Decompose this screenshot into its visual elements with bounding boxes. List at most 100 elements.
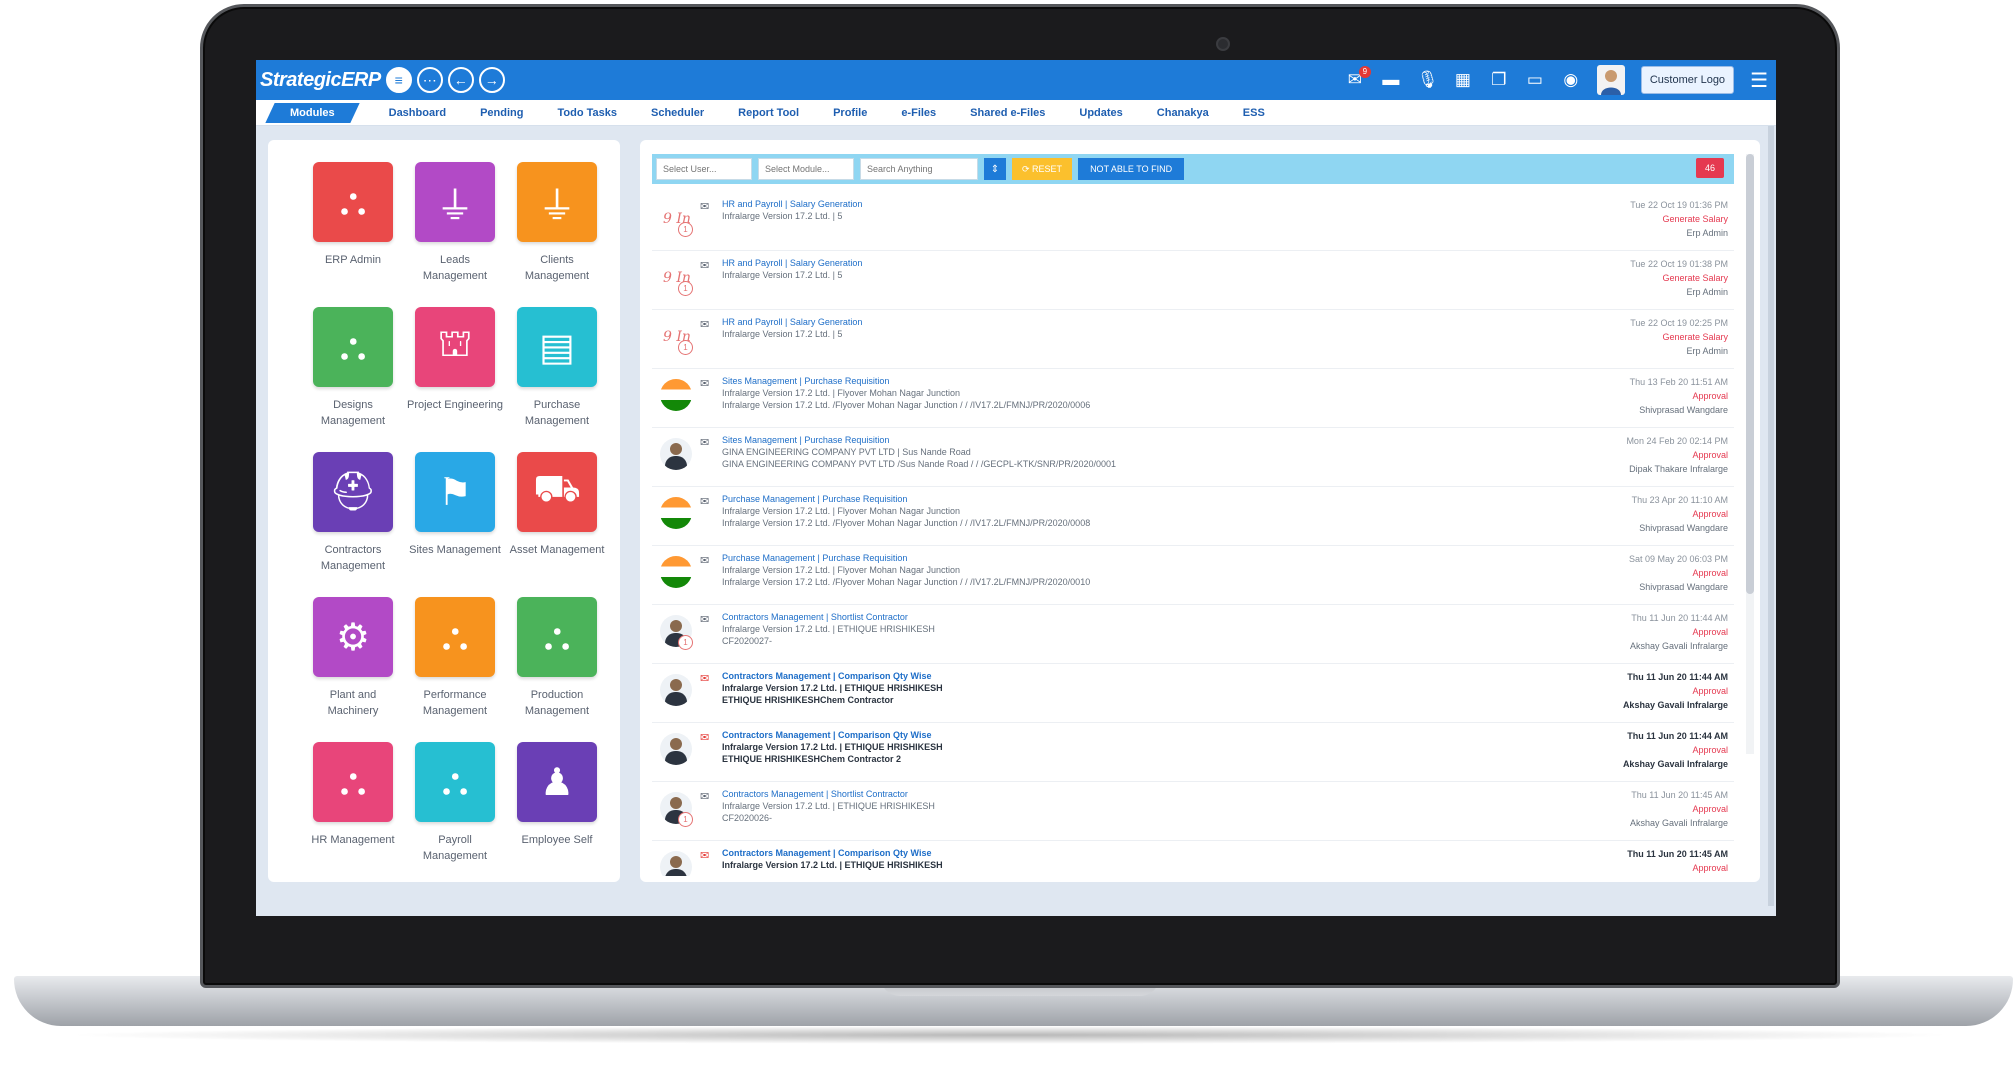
monitor-icon[interactable]: ▭: [1525, 70, 1545, 90]
feed-row-status[interactable]: Generate Salary: [1468, 330, 1728, 344]
feed-row[interactable]: 1 ✉ Contractors Management | Shortlist Con…: [652, 605, 1734, 664]
feed-row[interactable]: ✉ Contractors Management | Comparison Qty…: [652, 841, 1734, 876]
feed-row-status[interactable]: Approval: [1468, 861, 1728, 875]
feed-row[interactable]: 9 In 1 ✉ HR and Payroll | Salary Generation…: [652, 310, 1734, 369]
feed-row[interactable]: 1 ✉ Contractors Management | Shortlist Con…: [652, 782, 1734, 841]
crane-icon[interactable]: ⛫: [415, 307, 495, 387]
gear-icon[interactable]: ⚙: [313, 597, 393, 677]
module-tile[interactable]: ⛬ Production Management: [506, 597, 608, 742]
sort-toggle-icon[interactable]: ⇕: [984, 158, 1006, 180]
module-label[interactable]: Employee Self: [509, 832, 605, 848]
module-label[interactable]: Purchase Management: [509, 397, 605, 429]
feed-row-status[interactable]: Approval: [1468, 625, 1728, 639]
calculator-icon[interactable]: ▦: [1453, 70, 1473, 90]
feed-scrollbar[interactable]: [1746, 154, 1754, 754]
module-tile[interactable]: ⚙ Plant and Machinery: [302, 597, 404, 742]
globe-icon[interactable]: ◉: [1561, 70, 1581, 90]
read-mail-icon[interactable]: ✉: [700, 259, 709, 272]
module-label[interactable]: Sites Management: [407, 542, 503, 558]
microphone-icon[interactable]: 🎙: [1417, 70, 1439, 90]
tab-e-files[interactable]: e-Files: [901, 107, 936, 119]
feed-row-title[interactable]: Contractors Management | Comparison Qty …: [722, 847, 1482, 859]
tab-pending[interactable]: Pending: [480, 107, 523, 119]
module-label[interactable]: HR Management: [305, 832, 401, 848]
org-chart-icon[interactable]: ⛬: [517, 597, 597, 677]
search-input[interactable]: [860, 158, 978, 180]
feed-row-title[interactable]: Purchase Management | Purchase Requisiti…: [722, 493, 1482, 505]
module-label[interactable]: ERP Admin: [305, 252, 401, 268]
feed-row[interactable]: ✉ Contractors Management | Comparison Qty…: [652, 664, 1734, 723]
tab-scheduler[interactable]: Scheduler: [651, 107, 704, 119]
read-mail-icon[interactable]: ✉: [700, 613, 709, 626]
org-chart-icon[interactable]: ⛬: [313, 742, 393, 822]
module-tile[interactable]: ♟ Employee Self: [506, 742, 608, 882]
module-tile[interactable]: ⛫ Project Engineering: [404, 307, 506, 452]
card-icon[interactable]: ▬: [1381, 70, 1401, 90]
feed-row[interactable]: ✉ Sites Management | Purchase Requisition…: [652, 428, 1734, 487]
feed-row[interactable]: ✉ Contractors Management | Comparison Qty…: [652, 723, 1734, 782]
mail-icon[interactable]: ✉ 9: [1345, 66, 1371, 90]
org-chart-icon[interactable]: ⛬: [313, 307, 393, 387]
feed-scroll-thumb[interactable]: [1746, 154, 1754, 594]
user-icon[interactable]: ♟: [517, 742, 597, 822]
feed-row[interactable]: ✉ Purchase Management | Purchase Requisit…: [652, 546, 1734, 605]
tab-todo-tasks[interactable]: Todo Tasks: [557, 107, 617, 119]
wheelbarrow-icon[interactable]: ⛟: [517, 452, 597, 532]
tab-modules[interactable]: Modules: [265, 102, 360, 123]
module-label[interactable]: Production Management: [509, 687, 605, 719]
feed-row-title[interactable]: Contractors Management | Shortlist Contr…: [722, 611, 1482, 623]
module-label[interactable]: Designs Management: [305, 397, 401, 429]
brand-logo[interactable]: StrategicERP: [260, 69, 381, 92]
forward-arrow-icon[interactable]: →: [478, 67, 505, 93]
module-tile[interactable]: ⛬ Performance Management: [404, 597, 506, 742]
feed-row-title[interactable]: HR and Payroll | Salary Generation: [722, 257, 1482, 269]
tab-chanakya[interactable]: Chanakya: [1157, 107, 1209, 119]
tab-dashboard[interactable]: Dashboard: [389, 107, 446, 119]
module-tile[interactable]: ⛬ ERP Admin: [302, 162, 404, 307]
menu-circle-icon[interactable]: ≡: [385, 67, 412, 93]
module-label[interactable]: Leads Management: [407, 252, 503, 284]
feed-row-title[interactable]: Contractors Management | Comparison Qty …: [722, 729, 1482, 741]
module-label[interactable]: Performance Management: [407, 687, 503, 719]
read-mail-icon[interactable]: ✉: [700, 318, 709, 331]
org-chart-icon[interactable]: ⛬: [415, 742, 495, 822]
feed-row-status[interactable]: Generate Salary: [1468, 271, 1728, 285]
feed-row-status[interactable]: Approval: [1468, 448, 1728, 462]
module-tile[interactable]: ⛑ Contractors Management: [302, 452, 404, 597]
feed-row-status[interactable]: Approval: [1468, 684, 1728, 698]
page-scrollbar[interactable]: [1768, 126, 1774, 906]
user-avatar[interactable]: [1596, 65, 1625, 95]
feed-row-status[interactable]: Approval: [1468, 389, 1728, 403]
feed-row-title[interactable]: HR and Payroll | Salary Generation: [722, 316, 1482, 328]
unread-mail-icon[interactable]: ✉: [700, 849, 709, 862]
module-tile[interactable]: ⚑ Sites Management: [404, 452, 506, 597]
customer-logo[interactable]: Customer Logo: [1640, 66, 1735, 94]
feed-row[interactable]: 9 In 1 ✉ HR and Payroll | Salary Generation…: [652, 192, 1734, 251]
more-icon[interactable]: ⋯: [416, 67, 443, 93]
module-label[interactable]: Plant and Machinery: [305, 687, 401, 719]
module-tile[interactable]: ⛬ Designs Management: [302, 307, 404, 452]
hamburger-icon[interactable]: ☰: [1750, 68, 1768, 93]
feed-row[interactable]: 9 In 1 ✉ HR and Payroll | Salary Generation…: [652, 251, 1734, 310]
tab-shared-e-files[interactable]: Shared e-Files: [970, 107, 1045, 119]
module-tile[interactable]: ⏚ Leads Management: [404, 162, 506, 307]
signpost-icon[interactable]: ⚑: [415, 452, 495, 532]
org-chart-icon[interactable]: ⛬: [415, 597, 495, 677]
feed-row-title[interactable]: HR and Payroll | Salary Generation: [722, 198, 1482, 210]
back-arrow-icon[interactable]: ←: [447, 67, 474, 93]
module-tile[interactable]: ▤ Purchase Management: [506, 307, 608, 452]
tab-updates[interactable]: Updates: [1079, 107, 1122, 119]
tab-ess[interactable]: ESS: [1243, 107, 1265, 119]
module-tile[interactable]: ⛬ Payroll Management: [404, 742, 506, 882]
unread-mail-icon[interactable]: ✉: [700, 672, 709, 685]
tab-profile[interactable]: Profile: [833, 107, 867, 119]
helmet-icon[interactable]: ⛑: [313, 452, 393, 532]
funnel-icon[interactable]: ⏚: [415, 162, 495, 242]
feed-row-status[interactable]: Approval: [1468, 743, 1728, 757]
module-label[interactable]: Clients Management: [509, 252, 605, 284]
tab-report-tool[interactable]: Report Tool: [738, 107, 799, 119]
feed-row-title[interactable]: Sites Management | Purchase Requisition: [722, 434, 1482, 446]
module-tile[interactable]: ⛬ HR Management: [302, 742, 404, 882]
feed-row-status[interactable]: Approval: [1468, 566, 1728, 580]
unread-mail-icon[interactable]: ✉: [700, 731, 709, 744]
